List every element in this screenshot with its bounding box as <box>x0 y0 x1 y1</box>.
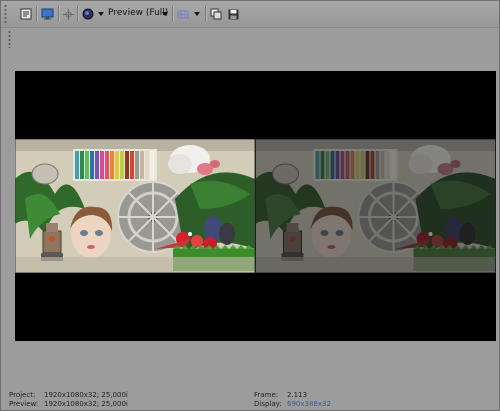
copy-snapshot-button[interactable] <box>209 5 223 23</box>
toolbar-grip[interactable] <box>4 4 7 23</box>
preview-quality-dropdown-arrow[interactable] <box>97 5 105 23</box>
toolbar-separator <box>205 6 206 22</box>
overlays-dropdown-arrow[interactable] <box>193 5 201 23</box>
copy-snapshot-icon <box>210 8 222 20</box>
preview-quality-select-arrow[interactable] <box>161 5 169 23</box>
toolbar-separator <box>77 6 78 22</box>
project-label: Project: <box>9 391 36 399</box>
chevron-down-icon <box>162 12 168 16</box>
panel-grip[interactable] <box>8 30 11 48</box>
preview-value: 1920x1080x32; 25,000i <box>44 400 128 408</box>
project-value: 1920x1080x32; 25,000i <box>44 391 128 399</box>
toolbar-separator <box>36 6 37 22</box>
display-value: 690x388x32 <box>287 400 331 408</box>
split-screen-button[interactable] <box>61 5 75 23</box>
preview-toolbar: Preview (Full) <box>1 1 499 28</box>
overlays-button[interactable] <box>175 5 191 23</box>
preview-quality-select[interactable]: Preview (Full) <box>108 8 168 18</box>
split-pane-original <box>255 139 496 273</box>
preview-quality-indicator[interactable] <box>80 5 96 23</box>
monitor-icon <box>41 8 53 20</box>
split-pane-selected <box>15 139 255 273</box>
split-screen-view <box>15 139 496 273</box>
video-frame-image <box>255 139 496 273</box>
overlays-icon <box>177 10 189 18</box>
frame-label: Frame: <box>254 391 279 399</box>
properties-button[interactable] <box>18 5 34 23</box>
split-screen-icon <box>62 8 74 20</box>
toolbar-separator <box>58 6 59 22</box>
display-label: Display: <box>254 400 282 408</box>
save-icon <box>228 9 238 19</box>
video-frame-image <box>15 139 255 273</box>
chevron-down-icon <box>194 12 200 16</box>
circle-icon <box>82 8 94 20</box>
video-preview-window: Preview (Full) Project: 1920x1080x32; 25… <box>0 0 500 411</box>
toolbar-separator <box>172 6 173 22</box>
video-preview-area[interactable] <box>15 71 496 341</box>
chevron-down-icon <box>98 12 104 16</box>
preview-label: Preview: <box>9 400 39 408</box>
preview-status-bar: Project: 1920x1080x32; 25,000i Preview: … <box>1 391 499 410</box>
external-monitor-button[interactable] <box>39 5 55 23</box>
save-snapshot-button[interactable] <box>226 5 240 23</box>
properties-icon <box>20 8 32 20</box>
frame-value: 2.113 <box>287 391 308 399</box>
